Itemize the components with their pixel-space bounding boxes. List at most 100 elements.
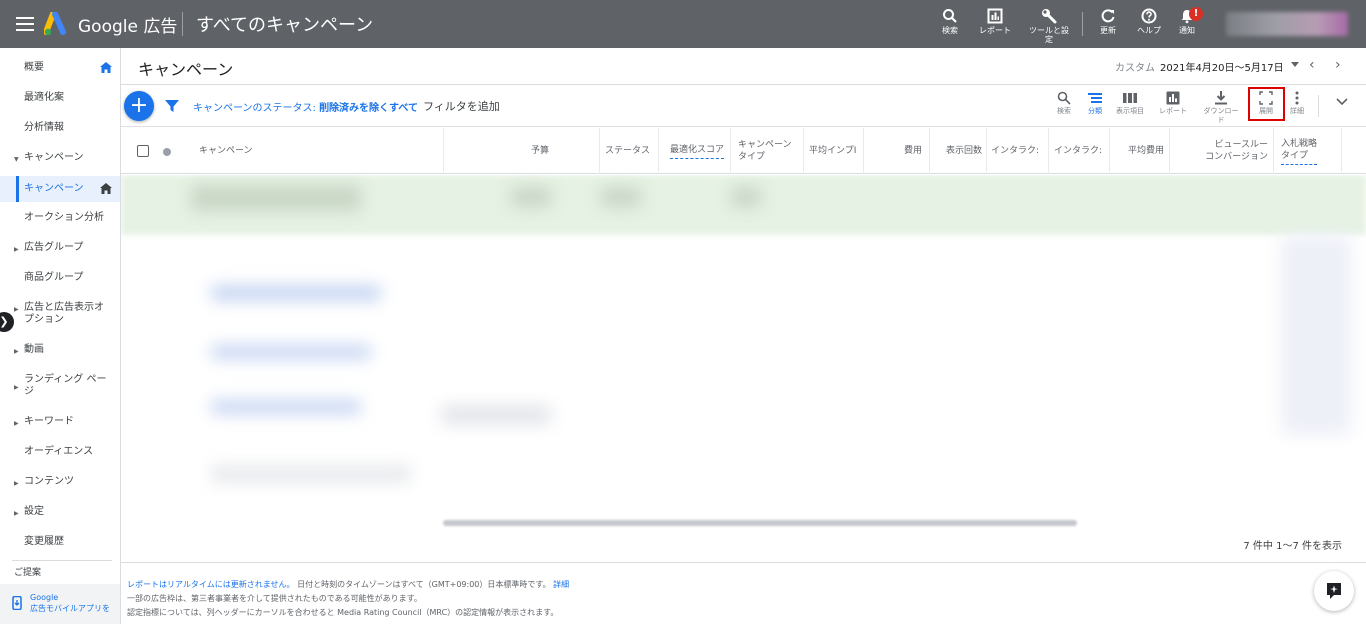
sidebar-item-content[interactable]: ▶ コンテンツ: [0, 476, 120, 490]
topbar-refresh-button[interactable]: 更新: [1088, 8, 1128, 35]
pagination-summary: 7 件中 1～7 件を表示: [1243, 541, 1342, 552]
mobile-phone-icon: [12, 596, 22, 610]
column-header-bid-strategy-type[interactable]: 入札戦略 タイプ: [1274, 128, 1342, 174]
column-header-optimization-score[interactable]: 最適化スコア: [659, 128, 731, 174]
date-next-icon[interactable]: ›: [1335, 57, 1341, 73]
columns-icon: [1123, 93, 1137, 103]
more-button[interactable]: 詳細: [1277, 91, 1317, 116]
topbar-tools-button[interactable]: ツールと設定: [1029, 8, 1069, 44]
sidebar-divider: [12, 560, 112, 561]
details-link[interactable]: 詳細: [553, 580, 569, 589]
download-button[interactable]: ダウンロード: [1201, 91, 1241, 125]
date-dropdown-icon[interactable]: [1291, 62, 1299, 67]
report-button[interactable]: レポート: [1153, 91, 1193, 116]
horizontal-scrollbar[interactable]: [443, 520, 1077, 526]
column-header-budget[interactable]: 予算: [444, 128, 600, 174]
report-icon: [1166, 91, 1180, 105]
download-icon: [1215, 91, 1227, 105]
filter-bar: + キャンペーンのステータス: 削除済みを除くすべて フィルタを追加 検索 分類…: [121, 85, 1366, 127]
account-avatar[interactable]: [1226, 12, 1348, 36]
timezone-note: 日付と時刻のタイムゾーンはすべて（GMT+09:00）日本標準時です。: [294, 580, 551, 589]
table-row: [441, 405, 551, 425]
segment-button[interactable]: 分類: [1075, 91, 1115, 116]
topbar-search-button[interactable]: 検索: [930, 8, 970, 35]
sidebar-item-keywords[interactable]: ▶ キーワード: [0, 416, 120, 430]
segment-icon: [1088, 93, 1102, 103]
search-icon: [943, 9, 957, 23]
sidebar-item-label: オークション分析: [24, 212, 104, 223]
filter-bar-divider: [1318, 95, 1319, 117]
sidebar-item-recommendations[interactable]: 最適化案: [0, 92, 120, 106]
sidebar-item-overview[interactable]: 概要: [0, 62, 120, 76]
sidebar-item-label: コンテンツ: [24, 476, 74, 487]
column-header-campaign-type[interactable]: キャンペーン タイプ: [731, 128, 804, 174]
topbar-divider: [1082, 12, 1083, 36]
table-row[interactable]: [211, 345, 371, 359]
topbar-tools-label: ツールと設定: [1029, 26, 1069, 44]
column-header-campaign[interactable]: キャンペーン: [181, 128, 444, 174]
filter-icon[interactable]: [165, 99, 179, 113]
status-dot-icon: [163, 148, 171, 156]
top-bar: Google 広告 すべてのキャンペーン 検索 レポート ツールと設定 更新 ヘ…: [0, 0, 1366, 48]
sidebar-item-auction-insights[interactable]: オークション分析: [0, 212, 120, 226]
chevron-down-icon[interactable]: [1336, 98, 1348, 106]
date-range-picker[interactable]: 2021年4月20日～5月17日: [1160, 59, 1284, 74]
add-campaign-button[interactable]: +: [124, 91, 154, 121]
date-prev-icon[interactable]: ‹: [1309, 57, 1315, 73]
campaign-status-filter[interactable]: キャンペーンのステータス: 削除済みを除くすべて: [193, 99, 418, 114]
tool-label: 詳細: [1290, 107, 1304, 115]
topbar-help-label: ヘルプ: [1137, 26, 1161, 35]
home-icon: [100, 183, 112, 194]
column-header-status[interactable]: ステータス: [600, 128, 659, 174]
sidebar-item-landing-pages[interactable]: ▶ ランディング ページ: [0, 374, 120, 400]
sidebar-item-label: 設定: [24, 506, 44, 517]
column-header-cost[interactable]: 費用: [864, 128, 930, 174]
table-header: キャンペーン 予算 ステータス 最適化スコア キャンペーン タイプ 平均インプI…: [121, 128, 1366, 174]
caret-right-icon: ▶: [14, 480, 19, 487]
column-header-avg-impression[interactable]: 平均インプI: [804, 128, 864, 174]
sidebar-item-audiences[interactable]: オーディエンス: [0, 446, 120, 460]
topbar-report-button[interactable]: レポート: [975, 8, 1015, 35]
table-row: [211, 465, 411, 483]
table-row[interactable]: [211, 400, 361, 414]
select-all-checkbox[interactable]: [137, 145, 149, 157]
columns-button[interactable]: 表示項目: [1110, 91, 1150, 116]
sidebar-item-campaigns-group[interactable]: ▼ キャンペーン: [0, 152, 120, 166]
sidebar-item-label: ご提案: [14, 568, 42, 578]
brand-name[interactable]: Google 広告: [78, 12, 177, 37]
column-header-avg-cost[interactable]: 平均費用: [1110, 128, 1170, 174]
sidebar-item-insights[interactable]: 分析情報: [0, 122, 120, 136]
more-icon: [1295, 91, 1299, 105]
realtime-notice-link[interactable]: レポートはリアルタイムには更新されません。: [127, 580, 295, 589]
hamburger-menu-icon[interactable]: [16, 14, 34, 34]
column-header-impressions[interactable]: 表示回数: [930, 128, 987, 174]
topbar-help-button[interactable]: ヘルプ: [1129, 8, 1169, 35]
column-header-interaction-rate[interactable]: インタラク:: [1049, 128, 1110, 174]
sidebar-item-campaigns[interactable]: キャンペーン: [0, 176, 120, 202]
sidebar-item-label: 広告グループ: [24, 242, 84, 253]
column-header-view-through-conversions[interactable]: ビュースルー コンバージョン: [1170, 128, 1274, 174]
table-row[interactable]: [211, 285, 381, 301]
inventory-note: 一部の広告枠は、第三者事業者を介して提供されたものである可能性があります。: [127, 594, 422, 603]
sidebar-item-settings[interactable]: ▶ 設定: [0, 506, 120, 520]
sidebar-item-videos[interactable]: ▶ 動画: [0, 344, 120, 358]
page-header: キャンペーン カスタム 2021年4月20日～5月17日 ‹ ›: [121, 48, 1366, 85]
brand-divider: [182, 12, 183, 36]
sidebar-item-label: キーワード: [24, 416, 74, 427]
report-icon: [987, 8, 1003, 24]
sidebar-item-product-groups[interactable]: 商品グループ: [0, 272, 120, 286]
add-filter-button[interactable]: フィルタを追加: [423, 98, 500, 114]
column-header-interactions[interactable]: インタラク:: [987, 128, 1049, 174]
sidebar-item-ads-extensions[interactable]: ▶ 広告と広告表示オプション: [0, 302, 120, 328]
mobile-app-promo[interactable]: Google 広告モバイルアプリを: [0, 584, 120, 624]
sidebar-item-label: 広告と広告表示オプション: [24, 302, 104, 325]
sidebar-item-label: 動画: [24, 344, 44, 355]
sidebar-item-change-history[interactable]: 変更履歴: [0, 536, 120, 550]
topbar-notification-label: 通知: [1179, 26, 1195, 35]
sidebar-item-label: 最適化案: [24, 92, 64, 103]
sidebar-item-label: キャンペーン: [24, 152, 84, 163]
feedback-button[interactable]: [1314, 571, 1354, 611]
home-icon: [100, 62, 112, 73]
sidebar-item-suggestions[interactable]: ご提案: [0, 567, 120, 579]
sidebar-item-ad-groups[interactable]: ▶ 広告グループ: [0, 242, 120, 256]
